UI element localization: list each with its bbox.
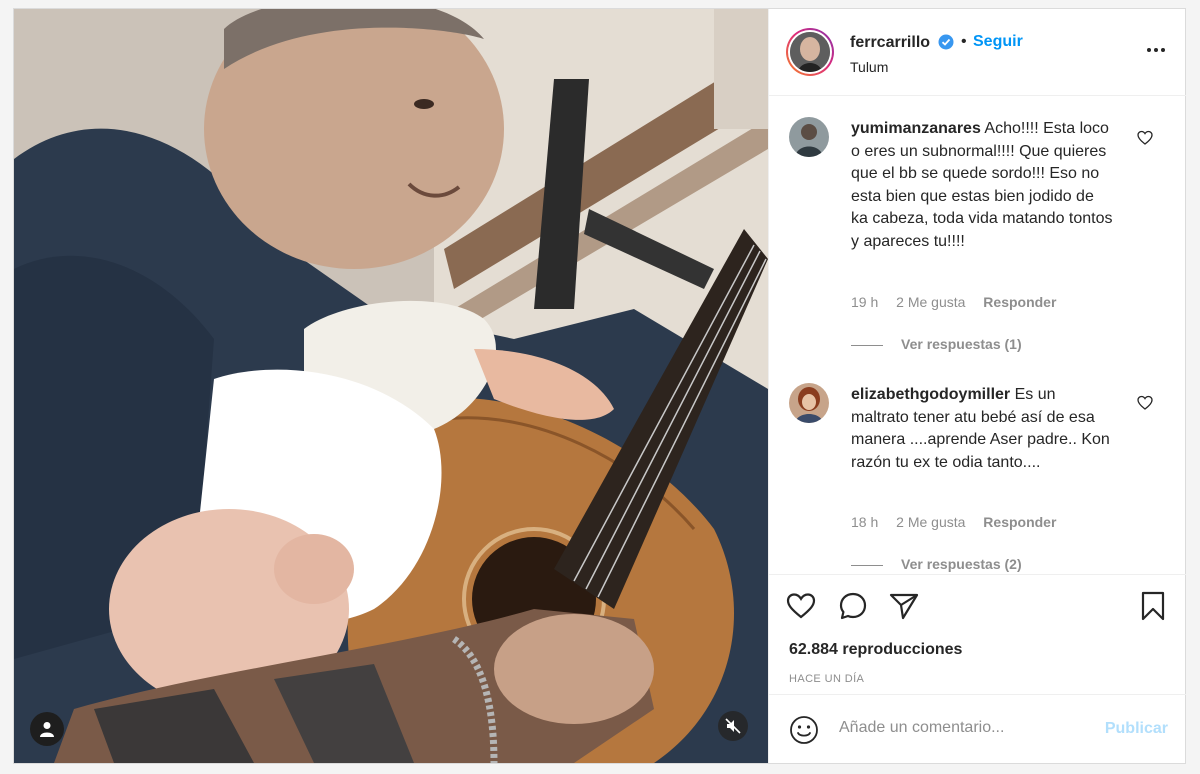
comment-time[interactable]: 18 h: [851, 514, 878, 530]
comments-list: yumimanzanares Acho!!!! Esta loco o eres…: [769, 96, 1186, 574]
follow-button[interactable]: Seguir: [973, 33, 1023, 51]
comment-meta: 18 h 2 Me gusta Responder: [851, 514, 1070, 530]
comment-body: Acho!!!! Esta loco o eres un subnormal!!…: [851, 120, 1113, 250]
view-replies-label[interactable]: Ver respuestas (2): [901, 556, 1022, 572]
author-username[interactable]: ferrcarrillo: [850, 34, 930, 52]
comment-likes[interactable]: 2 Me gusta: [896, 294, 965, 310]
save-bookmark-icon[interactable]: [1137, 590, 1169, 622]
video-frame: [14, 9, 768, 763]
replies-divider-line: [851, 564, 883, 566]
separator-dot: •: [961, 33, 967, 50]
comment-time[interactable]: 19 h: [851, 294, 878, 310]
share-send-icon[interactable]: [888, 590, 920, 622]
emoji-icon[interactable]: [789, 715, 819, 745]
comment-username[interactable]: yumimanzanares: [851, 120, 981, 137]
comment-meta: 19 h 2 Me gusta Responder: [851, 294, 1070, 310]
comment-like-heart-icon[interactable]: [1137, 395, 1153, 411]
mute-button[interactable]: [718, 711, 748, 741]
post-header: ferrcarrillo • Seguir Tulum: [769, 9, 1186, 96]
commenter-avatar[interactable]: [789, 383, 829, 423]
add-comment-bar: Publicar: [769, 694, 1186, 763]
view-replies-button[interactable]: Ver respuestas (1): [851, 336, 1022, 352]
comment-reply-button[interactable]: Responder: [983, 294, 1056, 310]
post-video[interactable]: [14, 9, 768, 763]
more-options-icon[interactable]: [1144, 42, 1168, 58]
add-comment-input[interactable]: [839, 719, 1089, 737]
post-actions: 62.884 reproducciones HACE UN DÍA: [769, 574, 1186, 694]
speaker-muted-icon: [725, 718, 741, 734]
post-date[interactable]: HACE UN DÍA: [789, 673, 864, 685]
view-replies-button[interactable]: Ver respuestas (2): [851, 556, 1022, 572]
publish-button[interactable]: Publicar: [1105, 720, 1168, 738]
view-replies-label[interactable]: Ver respuestas (1): [901, 336, 1022, 352]
view-count[interactable]: 62.884 reproducciones: [789, 641, 962, 659]
user-icon: [40, 722, 54, 737]
comment-bubble-icon[interactable]: [837, 590, 869, 622]
commenter-avatar[interactable]: [789, 117, 829, 157]
author-avatar-image: [790, 32, 830, 72]
like-heart-icon[interactable]: [785, 590, 817, 622]
comment-username[interactable]: elizabethgodoymiller: [851, 386, 1010, 403]
comment-reply-button[interactable]: Responder: [983, 514, 1056, 530]
comment-likes[interactable]: 2 Me gusta: [896, 514, 965, 530]
replies-divider-line: [851, 344, 883, 346]
tagged-users-button[interactable]: [30, 712, 64, 746]
comment-like-heart-icon[interactable]: [1137, 130, 1153, 146]
commenter-avatar-image: [789, 117, 829, 157]
post-side-panel: ferrcarrillo • Seguir Tulum yumimanzanar…: [768, 9, 1186, 763]
comment-text: yumimanzanares Acho!!!! Esta loco o eres…: [851, 118, 1115, 253]
comment-text: elizabethgodoymiller Es un maltrato tene…: [851, 384, 1115, 474]
commenter-avatar-image: [789, 383, 829, 423]
author-avatar[interactable]: [786, 28, 834, 76]
instagram-post-card: ferrcarrillo • Seguir Tulum yumimanzanar…: [13, 8, 1186, 764]
verified-badge-icon: [938, 34, 954, 50]
post-location[interactable]: Tulum: [850, 59, 888, 75]
